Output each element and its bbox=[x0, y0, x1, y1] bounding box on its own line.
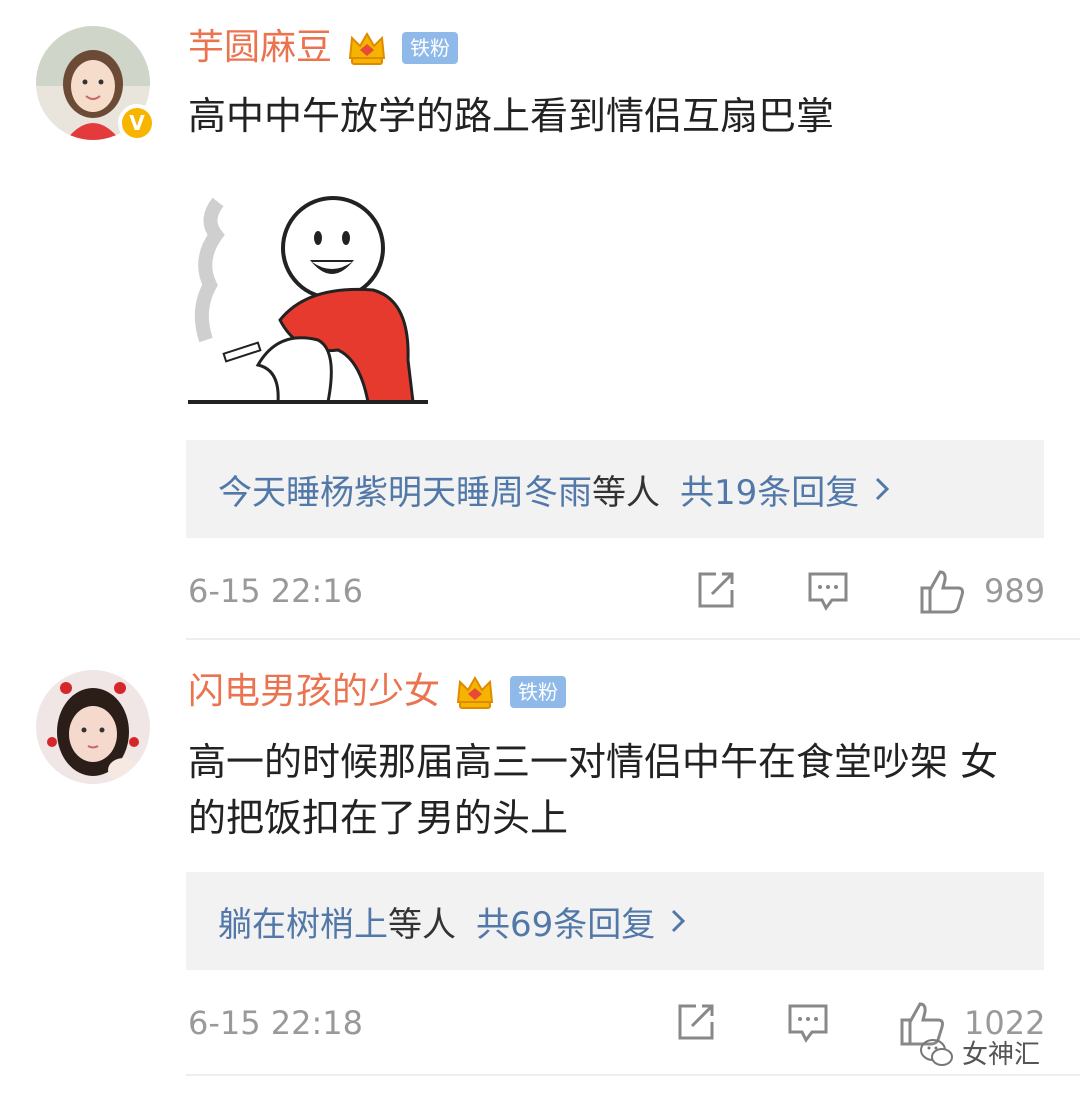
comment-text: 高一的时候那届高三一对情侣中午在食堂吵架 女的把饭扣在了男的头上 bbox=[188, 740, 999, 840]
avatar[interactable] bbox=[36, 670, 150, 784]
comment-item: 闪电男孩的少女 铁粉 高一的时候那届高三一对情侣中午在食堂吵架 女的把饭扣在了男… bbox=[0, 640, 1080, 1080]
username[interactable]: 芋圆麻豆 bbox=[188, 28, 332, 68]
share-icon[interactable] bbox=[694, 568, 738, 612]
reply-summary[interactable]: 今天睡杨紫明天睡周冬雨 等人 共19条回复 bbox=[186, 440, 1044, 538]
share-icon[interactable] bbox=[674, 1000, 718, 1044]
avatar[interactable]: V bbox=[36, 26, 156, 142]
chevron-right-icon bbox=[672, 909, 686, 933]
fan-badge: 铁粉 bbox=[510, 676, 567, 708]
reply-etc-label: 等人 bbox=[592, 472, 660, 513]
reply-etc-label: 等人 bbox=[388, 904, 456, 945]
like-count: 989 bbox=[984, 572, 1046, 610]
thumbs-up-icon[interactable] bbox=[918, 568, 966, 616]
crown-vip-icon bbox=[348, 32, 386, 65]
comment-time: 6-15 22:18 bbox=[188, 1004, 364, 1042]
divider bbox=[186, 1074, 1080, 1076]
reply-count-link[interactable]: 共69条回复 bbox=[476, 897, 655, 946]
reply-user-names[interactable]: 今天睡杨紫明天睡周冬雨 bbox=[218, 465, 592, 514]
reply-user-names[interactable]: 躺在树梢上 bbox=[218, 897, 388, 946]
comment-text: 高中中午放学的路上看到情侣互扇巴掌 bbox=[188, 94, 835, 138]
wechat-icon bbox=[920, 1038, 953, 1066]
chevron-right-icon bbox=[876, 477, 890, 501]
sticker-image[interactable] bbox=[188, 190, 428, 410]
watermark: 女神汇 bbox=[920, 1034, 1040, 1071]
reply-comment-icon[interactable] bbox=[786, 1000, 830, 1044]
comment-item: V 芋圆麻豆 铁粉 高中中午放学的路上看到情侣互扇巴掌 今天睡杨紫明天睡周冬雨 … bbox=[0, 0, 1080, 640]
verified-badge-icon: V bbox=[118, 104, 156, 142]
comment-time: 6-15 22:16 bbox=[188, 572, 364, 610]
crown-vip-icon bbox=[456, 676, 494, 709]
reply-count-link[interactable]: 共19条回复 bbox=[680, 465, 859, 514]
reply-comment-icon[interactable] bbox=[806, 568, 850, 612]
username[interactable]: 闪电男孩的少女 bbox=[188, 672, 440, 712]
fan-badge: 铁粉 bbox=[402, 32, 459, 64]
reply-summary[interactable]: 躺在树梢上 等人 共69条回复 bbox=[186, 872, 1044, 970]
watermark-text: 女神汇 bbox=[962, 1040, 1041, 1070]
